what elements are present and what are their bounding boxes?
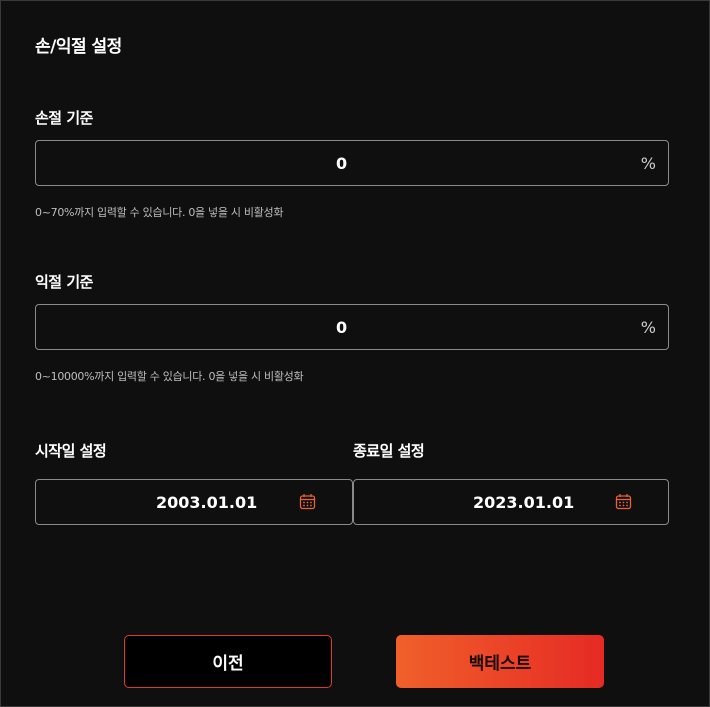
calendar-icon[interactable] [299, 493, 316, 510]
start-date-input[interactable]: 2003.01.01 [35, 479, 353, 525]
stop-loss-value: 0 [336, 153, 348, 173]
prev-button-label: 이전 [212, 654, 244, 674]
calendar-icon[interactable] [615, 493, 632, 510]
end-date-value: 2023.01.01 [473, 492, 575, 512]
start-date-label: 시작일 설정 [35, 442, 107, 460]
take-profit-unit: % [640, 317, 656, 337]
end-date-label: 종료일 설정 [353, 442, 425, 460]
start-date-value: 2003.01.01 [156, 492, 258, 512]
take-profit-hint: 0~10000%까지 입력할 수 있습니다. 0을 넣을 시 비활성화 [35, 370, 304, 383]
stop-loss-label: 손절 기준 [35, 109, 93, 127]
take-profit-label: 익절 기준 [35, 273, 93, 291]
stop-loss-input[interactable]: 0 % [35, 140, 669, 186]
prev-button[interactable]: 이전 [124, 635, 332, 688]
settings-panel: 손/익절 설정 손절 기준 0 % 0~70%까지 입력할 수 있습니다. 0을… [0, 0, 710, 707]
take-profit-value: 0 [336, 317, 348, 337]
stop-loss-unit: % [640, 153, 656, 173]
stop-loss-hint: 0~70%까지 입력할 수 있습니다. 0을 넣을 시 비활성화 [35, 206, 284, 219]
take-profit-input[interactable]: 0 % [35, 304, 669, 350]
panel-title: 손/익절 설정 [35, 37, 122, 57]
backtest-button[interactable]: 백테스트 [396, 635, 604, 688]
backtest-button-label: 백테스트 [468, 654, 532, 674]
end-date-input[interactable]: 2023.01.01 [353, 479, 669, 525]
